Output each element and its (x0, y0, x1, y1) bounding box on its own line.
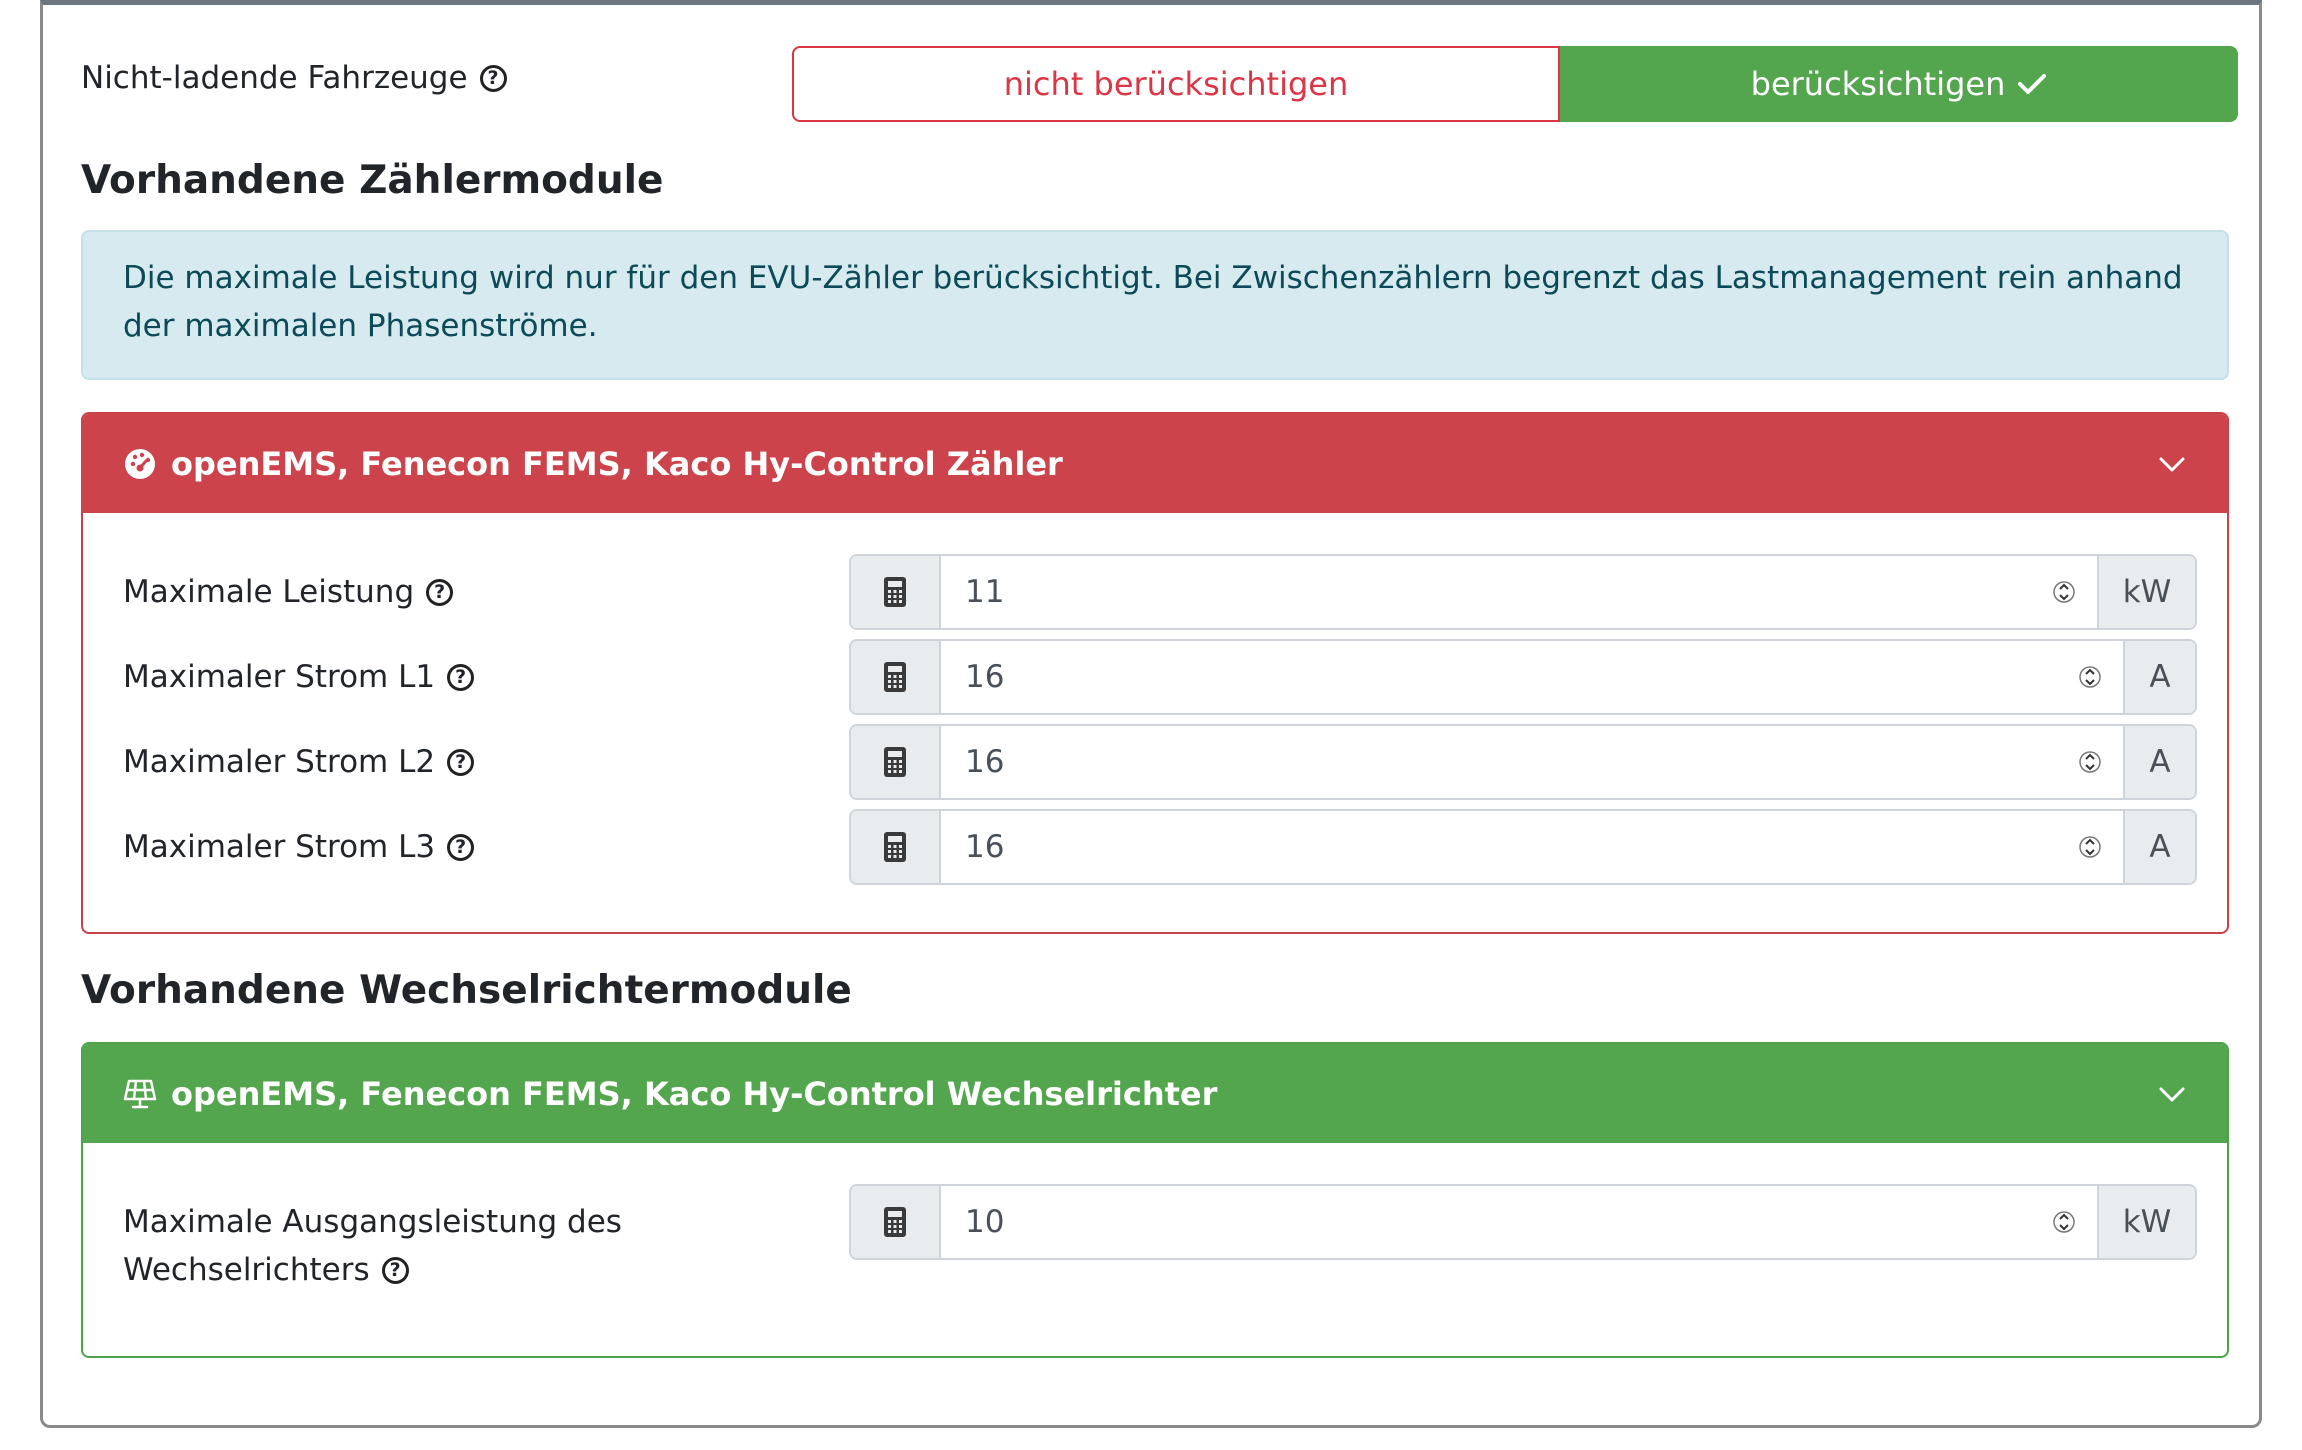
meters-heading: Vorhandene Zählermodule (81, 158, 664, 203)
help-icon[interactable]: ? (447, 748, 475, 776)
meter-card: openEMS, Fenecon FEMS, Kaco Hy-Control Z… (81, 412, 2229, 934)
unit-label: A (2149, 659, 2171, 695)
unit-addon: A (2123, 726, 2195, 798)
max-output-power-input[interactable]: 10 (941, 1186, 2097, 1258)
inverter-card: openEMS, Fenecon FEMS, Kaco Hy-Control W… (81, 1042, 2229, 1358)
field-label-line2-wrap: Wechselrichters ? (123, 1246, 622, 1294)
option-not-consider-label: nicht berücksichtigen (1003, 65, 1349, 103)
field-label-wrap: Maximaler Strom L3 ? (123, 823, 475, 871)
max-power-input[interactable]: 11 (941, 556, 2097, 628)
calculator-icon (851, 556, 941, 628)
field-row: Maximaler Strom L3 ? 16 A (123, 809, 2197, 885)
spinner-icon[interactable] (2079, 830, 2101, 864)
help-icon[interactable]: ? (381, 1256, 409, 1284)
vehicles-row: Nicht-ladende Fahrzeuge ? nicht berücksi… (81, 46, 2238, 124)
info-alert: Die maximale Leistung wird nur für den E… (81, 230, 2229, 380)
vehicles-toggle: nicht berücksichtigen berücksichtigen (792, 46, 2238, 122)
spinner-icon[interactable] (2053, 575, 2075, 609)
field-label: Maximaler Strom L1 (123, 659, 436, 695)
inverter-card-title: openEMS, Fenecon FEMS, Kaco Hy-Control W… (171, 1074, 1218, 1113)
spinner-icon[interactable] (2079, 660, 2101, 694)
max-current-l2-input[interactable]: 16 (941, 726, 2123, 798)
unit-addon: A (2123, 641, 2195, 713)
field-row: Maximaler Strom L2 ? 16 A (123, 724, 2197, 800)
field-label-wrap: Maximale Leistung ? (123, 568, 454, 616)
gauge-icon (125, 448, 155, 479)
meter-card-title: openEMS, Fenecon FEMS, Kaco Hy-Control Z… (171, 444, 1063, 483)
chevron-down-icon[interactable] (2157, 449, 2187, 479)
number-input-group: 16 A (849, 724, 2197, 800)
input-value: 16 (965, 744, 1005, 780)
unit-label: kW (2122, 574, 2172, 610)
field-label-line2: Wechselrichters (123, 1252, 370, 1288)
field-row: Maximale Ausgangsleistung des Wechselric… (123, 1184, 2197, 1294)
unit-addon: kW (2097, 556, 2195, 628)
unit-label: A (2149, 829, 2171, 865)
inverter-card-header[interactable]: openEMS, Fenecon FEMS, Kaco Hy-Control W… (83, 1044, 2227, 1143)
input-value: 16 (965, 829, 1005, 865)
field-label-wrap: Maximale Ausgangsleistung des Wechselric… (123, 1198, 622, 1294)
field-row: Maximaler Strom L1 ? 16 A (123, 639, 2197, 715)
unit-addon: A (2123, 811, 2195, 883)
field-label: Maximale Leistung (123, 574, 415, 610)
field-label: Maximaler Strom L2 (123, 744, 436, 780)
vehicles-label: Nicht-ladende Fahrzeuge (81, 60, 468, 96)
number-input-group: 10 kW (849, 1184, 2197, 1260)
input-value: 16 (965, 659, 1005, 695)
spinner-icon[interactable] (2079, 745, 2101, 779)
field-label: Maximaler Strom L3 (123, 829, 436, 865)
unit-label: A (2149, 744, 2171, 780)
help-icon[interactable]: ? (479, 64, 507, 92)
max-current-l1-input[interactable]: 16 (941, 641, 2123, 713)
inverters-heading: Vorhandene Wechselrichtermodule (81, 968, 852, 1013)
calculator-icon (851, 1186, 941, 1258)
number-input-group: 16 A (849, 809, 2197, 885)
meter-card-header[interactable]: openEMS, Fenecon FEMS, Kaco Hy-Control Z… (83, 414, 2227, 513)
info-text: Die maximale Leistung wird nur für den E… (123, 260, 2183, 344)
calculator-icon (851, 641, 941, 713)
spinner-icon[interactable] (2053, 1205, 2075, 1239)
solar-panel-icon (123, 1079, 157, 1108)
field-label-wrap: Maximaler Strom L1 ? (123, 653, 475, 701)
option-consider-button[interactable]: berücksichtigen (1560, 46, 2238, 122)
unit-label: kW (2122, 1204, 2172, 1240)
number-input-group: 16 A (849, 639, 2197, 715)
help-icon[interactable]: ? (447, 833, 475, 861)
option-not-consider-button[interactable]: nicht berücksichtigen (792, 46, 1560, 122)
check-icon (2018, 74, 2047, 94)
max-current-l3-input[interactable]: 16 (941, 811, 2123, 883)
chevron-down-icon[interactable] (2157, 1079, 2187, 1109)
input-value: 10 (965, 1204, 1005, 1240)
calculator-icon (851, 726, 941, 798)
calculator-icon (851, 811, 941, 883)
unit-addon: kW (2097, 1186, 2195, 1258)
option-consider-label: berücksichtigen (1750, 65, 2006, 103)
field-label-wrap: Maximaler Strom L2 ? (123, 738, 475, 786)
field-label-line1: Maximale Ausgangsleistung des (123, 1204, 622, 1240)
number-input-group: 11 kW (849, 554, 2197, 630)
help-icon[interactable]: ? (447, 663, 475, 691)
input-value: 11 (965, 574, 1005, 610)
help-icon[interactable]: ? (426, 578, 454, 606)
field-row: Maximale Leistung ? 11 kW (123, 554, 2197, 630)
vehicles-label-wrap: Nicht-ladende Fahrzeuge ? (81, 60, 507, 96)
